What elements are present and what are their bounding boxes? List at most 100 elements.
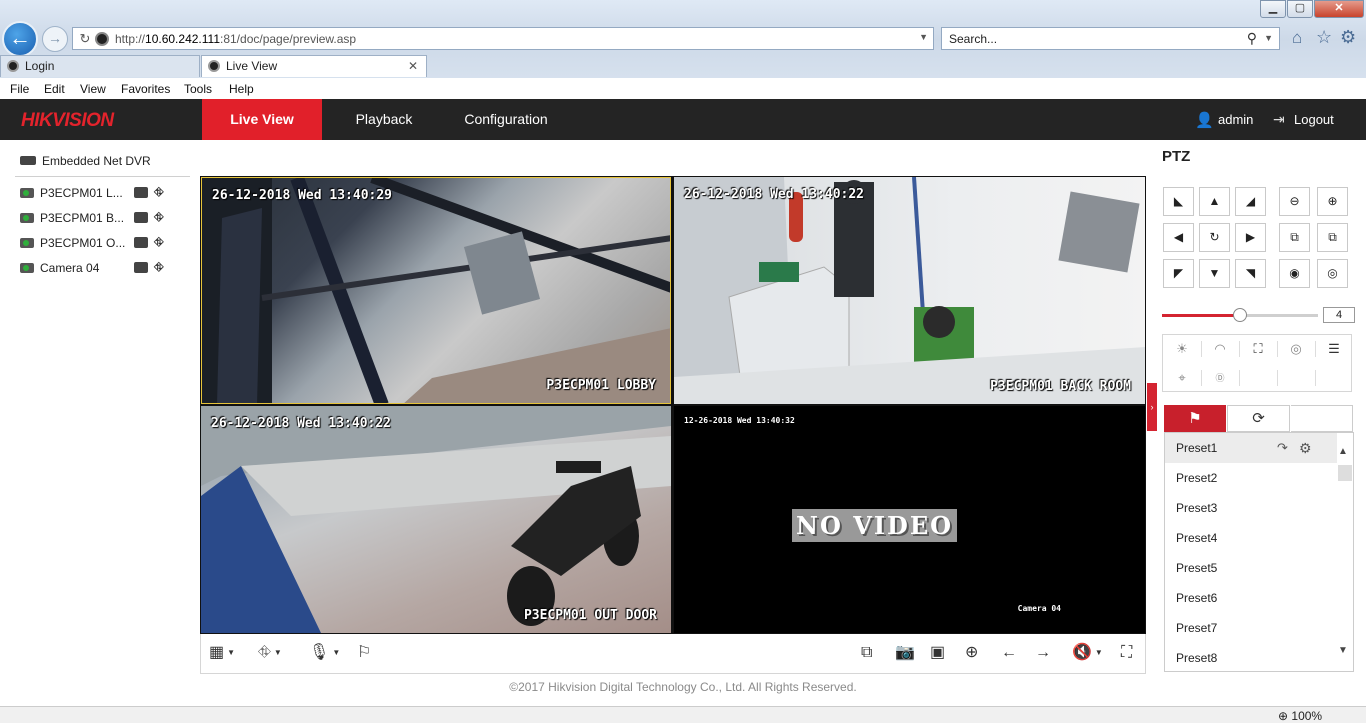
digital-zoom-button[interactable]: ⊕ (965, 645, 978, 661)
preset-item[interactable]: Preset1 ↷ ⚙ (1165, 433, 1337, 463)
tab-patrol[interactable]: ⟳ (1227, 405, 1290, 432)
maximize-button[interactable]: ▢ (1287, 0, 1313, 18)
zoom-in-button[interactable]: ⊕ (1317, 187, 1348, 216)
address-bar[interactable]: ↻ http://10.60.242.111:81/doc/page/previ… (72, 27, 934, 50)
zoom-level[interactable]: ⊕ 100% (1278, 709, 1322, 723)
camera-label[interactable]: P3ECPM01 B... (40, 211, 124, 225)
address-url[interactable]: http://10.60.242.111:81/doc/page/preview… (115, 32, 356, 46)
favorites-star-icon[interactable]: ☆ (1316, 27, 1332, 48)
menu-edit[interactable]: Edit (44, 82, 65, 96)
camera-label[interactable]: P3ECPM01 L... (40, 186, 123, 200)
stream-settings-icon[interactable]: ⛗ (154, 235, 164, 250)
ptz-left-up-button[interactable]: ◣ (1163, 187, 1194, 216)
chevron-down-icon[interactable]: ▼ (1264, 33, 1273, 43)
preset-item[interactable]: Preset8 (1165, 643, 1337, 671)
iris-open-button[interactable]: ◉ (1279, 259, 1310, 288)
camera-item[interactable]: P3ECPM01 O... ⛗ (20, 235, 180, 251)
ptz-down-button[interactable]: ▼ (1199, 259, 1230, 288)
camera-item[interactable]: P3ECPM01 B... ⛗ (20, 210, 180, 226)
volume-button[interactable]: 🔇 ▼ (1072, 645, 1103, 661)
stream-settings-icon[interactable]: ⛗ (154, 185, 164, 200)
ptz-left-button[interactable]: ◀ (1163, 223, 1194, 252)
call-preset-icon[interactable]: ↷ (1277, 433, 1288, 463)
wiper-icon[interactable]: ◠ (1201, 335, 1239, 363)
logout-button[interactable]: Logout (1294, 112, 1334, 127)
back-button[interactable]: ← (2, 21, 38, 57)
camera-label[interactable]: P3ECPM01 O... (40, 236, 125, 250)
record-icon[interactable] (134, 212, 148, 223)
focus-far-button[interactable]: ⧉ (1317, 223, 1348, 252)
preset-item[interactable]: Preset2 (1165, 463, 1337, 493)
zoom-out-button[interactable]: ⊖ (1279, 187, 1310, 216)
preset-item[interactable]: Preset5 (1165, 553, 1337, 583)
light-icon[interactable]: ☀ (1163, 335, 1201, 363)
close-window-button[interactable]: ✕ (1314, 0, 1364, 18)
scroll-down-icon[interactable]: ▼ (1338, 645, 1348, 656)
preset-item[interactable]: Preset4 (1165, 523, 1337, 553)
alarm-output-button[interactable]: ⚐ (357, 645, 371, 661)
ptz-right-up-button[interactable]: ◢ (1235, 187, 1266, 216)
menu-view[interactable]: View (80, 82, 106, 96)
preset-item[interactable]: Preset7 (1165, 613, 1337, 643)
tab-presets[interactable]: ⚑ (1164, 405, 1226, 432)
nav-configuration[interactable]: Configuration (448, 99, 564, 140)
next-page-button[interactable]: → (1035, 645, 1051, 661)
tab-live-view[interactable]: Live View ✕ (201, 55, 427, 77)
menu-tools[interactable]: Tools (184, 82, 212, 96)
video-tile-out-door[interactable]: 26-12-2018 Wed 13:40:22 P3ECPM01 OUT DOO… (201, 406, 671, 633)
search-input[interactable]: Search... (949, 32, 997, 46)
minimize-button[interactable]: ▁ (1260, 0, 1286, 18)
scrollbar-thumb[interactable] (1338, 465, 1352, 481)
preset-item[interactable]: Preset6 (1165, 583, 1337, 613)
ptz-right-down-button[interactable]: ◥ (1235, 259, 1266, 288)
two-way-audio-button[interactable]: 🎙 ▼ (309, 645, 340, 661)
username[interactable]: admin (1218, 112, 1253, 127)
video-tile-camera-04[interactable]: 12-26-2018 Wed 13:40:32 NO VIDEO Camera … (674, 406, 1145, 633)
camera-item[interactable]: Camera 04 ⛗ (20, 260, 180, 276)
stream-settings-icon[interactable]: ⛗ (154, 260, 164, 275)
menu-file[interactable]: File (10, 82, 29, 96)
ptz-speed-handle[interactable] (1233, 308, 1247, 322)
logout-icon[interactable]: ⇥ (1273, 111, 1285, 128)
home-icon[interactable]: ⌂ (1292, 28, 1302, 48)
record-icon[interactable] (134, 187, 148, 198)
ptz-auto-button[interactable]: ↻ (1199, 223, 1230, 252)
menu-icon[interactable]: ☰ (1315, 335, 1353, 363)
search-icon[interactable]: ⚲ (1247, 30, 1257, 47)
nav-live-view[interactable]: Live View (202, 99, 322, 140)
menu-favorites[interactable]: Favorites (121, 82, 170, 96)
record-icon[interactable] (134, 262, 148, 273)
auxiliary-focus-icon[interactable]: ⛶ (1239, 335, 1277, 363)
preset-item[interactable]: Preset3 (1165, 493, 1337, 523)
search-box[interactable]: Search... ⚲ ▼ (941, 27, 1280, 50)
refresh-icon[interactable]: ↻ (77, 31, 93, 47)
camera-label[interactable]: Camera 04 (40, 261, 99, 275)
ptz-right-button[interactable]: ▶ (1235, 223, 1266, 252)
video-tile-lobby[interactable]: 26-12-2018 Wed 13:40:29 P3ECPM01 LOBBY (201, 177, 671, 404)
gear-icon[interactable]: ⚙ (1299, 433, 1312, 463)
video-tile-back-room[interactable]: 26-12-2018 Wed 13:40:22 P3ECPM01 BACK RO… (674, 177, 1145, 404)
focus-near-button[interactable]: ⧉ (1279, 223, 1310, 252)
close-tab-icon[interactable]: ✕ (408, 56, 418, 76)
gear-icon[interactable]: ⚙ (1340, 27, 1356, 48)
ptz-left-down-button[interactable]: ◤ (1163, 259, 1194, 288)
tab-login[interactable]: Login (0, 55, 200, 77)
scroll-up-icon[interactable]: ▲ (1338, 446, 1348, 457)
tab-pattern[interactable] (1291, 405, 1353, 432)
forward-button[interactable]: → (42, 26, 68, 52)
manual-record-button[interactable]: ▣ (930, 645, 945, 661)
3d-positioning-icon[interactable]: Ⓓ (1201, 364, 1239, 392)
stream-type-button[interactable]: ⛗ ▼ (258, 645, 282, 661)
menu-help[interactable]: Help (229, 82, 254, 96)
stream-settings-icon[interactable]: ⛗ (154, 210, 164, 225)
nav-playback[interactable]: Playback (334, 99, 434, 140)
manual-tracking-icon[interactable]: ⌖ (1163, 364, 1201, 392)
fullscreen-button[interactable]: ⛶ (1121, 645, 1132, 661)
camera-item[interactable]: P3ECPM01 L... ⛗ (20, 185, 180, 201)
window-layout-button[interactable]: ▦ ▼ (209, 645, 235, 661)
device-name[interactable]: Embedded Net DVR (42, 154, 151, 168)
previous-page-button[interactable]: ← (1001, 645, 1017, 661)
iris-close-button[interactable]: ◎ (1317, 259, 1348, 288)
record-icon[interactable] (134, 237, 148, 248)
chevron-down-icon[interactable]: ▼ (919, 32, 928, 42)
